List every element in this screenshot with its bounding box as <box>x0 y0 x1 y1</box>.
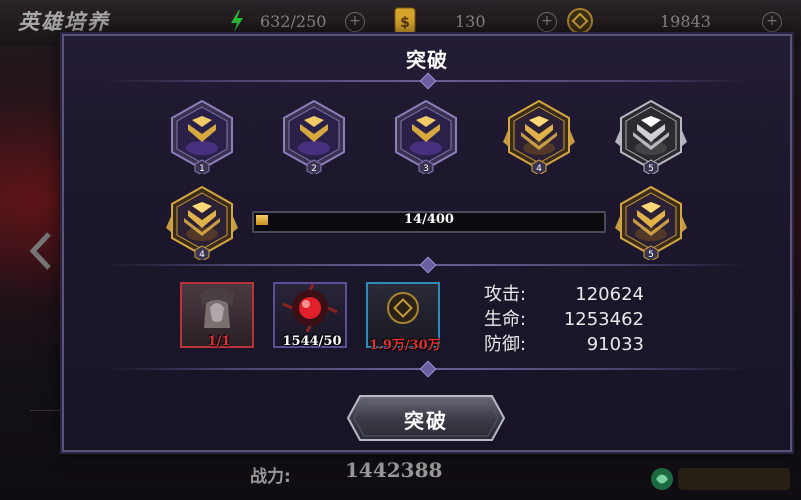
tickets-value: 130 <box>455 12 486 31</box>
stat-value: 1253462 <box>563 309 644 330</box>
coin-icon <box>387 292 419 324</box>
add-stamina-button[interactable]: + <box>345 12 365 32</box>
coin-icon <box>567 8 593 34</box>
rank-level-number: 5 <box>648 250 654 260</box>
material-count: 1544/50 <box>282 334 342 349</box>
stat-defense: 防御: 91033 <box>484 332 644 357</box>
hero-portrait-icon <box>200 288 234 328</box>
rank-level-number: 4 <box>536 164 542 174</box>
progress-text: 14/400 <box>404 212 454 227</box>
stat-value: 120624 <box>575 284 644 305</box>
current-rank-badge: 4 <box>164 184 240 262</box>
rank-emblem-icon: 4 <box>166 185 238 262</box>
rank-level-number: 3 <box>423 164 429 174</box>
rank-level-number: 1 <box>199 164 205 174</box>
breakthrough-button[interactable]: 突破 <box>346 394 506 442</box>
rank-emblem-icon: 2 <box>283 99 345 176</box>
watermark-logo <box>651 468 790 490</box>
next-rank-badge: 5 <box>613 184 689 262</box>
svg-text:$: $ <box>400 15 410 31</box>
rank-badge-5[interactable]: 5 <box>613 98 689 176</box>
rank-level-number: 2 <box>311 164 317 174</box>
stats-panel: 攻击: 120624 生命: 1253462 防御: 91033 <box>484 282 644 357</box>
rank-badge-3[interactable]: 3 <box>388 98 464 176</box>
stat-name: 攻击: <box>484 284 527 305</box>
divider <box>104 360 750 378</box>
ticket-icon: $ <box>394 7 416 35</box>
rank-level-number: 4 <box>199 250 205 260</box>
breakthrough-dialog: 突破 1 2 3 4 5 4 14/400 5 1/1 1544/50 1.9万… <box>62 34 792 452</box>
stat-name: 防御: <box>484 334 527 355</box>
add-coins-button[interactable]: + <box>762 12 782 32</box>
rank-emblem-icon: 4 <box>503 99 575 176</box>
material-count: 1.9万/30万 <box>369 338 441 353</box>
chevron-left-icon[interactable] <box>27 232 57 270</box>
red-crystal-icon <box>282 283 338 333</box>
rank-emblem-icon: 5 <box>615 185 687 262</box>
material-count: 1/1 <box>207 334 231 349</box>
stamina-value: 632/250 <box>260 12 327 31</box>
power-label: 战力: <box>250 467 291 487</box>
add-tickets-button[interactable]: + <box>537 12 557 32</box>
breakthrough-button-label: 突破 <box>404 409 448 433</box>
page-title: 英雄培养 <box>18 9 110 34</box>
divider <box>104 256 750 274</box>
lightning-icon <box>231 10 243 32</box>
rank-level-number: 5 <box>648 164 654 174</box>
dialog-title: 突破 <box>406 48 448 72</box>
material-red-crystal[interactable]: 1544/50 <box>273 282 347 349</box>
material-coin[interactable]: 1.9万/30万 <box>366 282 441 353</box>
rank-badge-2[interactable]: 2 <box>276 98 352 176</box>
rank-badge-1[interactable]: 1 <box>164 98 240 176</box>
material-hero-shard[interactable]: 1/1 <box>180 282 254 349</box>
rank-emblem-icon: 1 <box>171 99 233 176</box>
stat-attack: 攻击: 120624 <box>484 282 644 307</box>
rank-emblem-icon: 5 <box>615 99 687 176</box>
divider <box>104 72 750 90</box>
stat-value: 91033 <box>586 334 644 355</box>
stat-hp: 生命: 1253462 <box>484 307 644 332</box>
rank-emblem-icon: 3 <box>395 99 457 176</box>
rank-badge-4[interactable]: 4 <box>501 98 577 176</box>
progress-bar: 14/400 <box>252 211 606 233</box>
stat-name: 生命: <box>484 309 527 330</box>
coins-value: 19843 <box>660 12 711 31</box>
power-value: 1442388 <box>345 458 443 482</box>
